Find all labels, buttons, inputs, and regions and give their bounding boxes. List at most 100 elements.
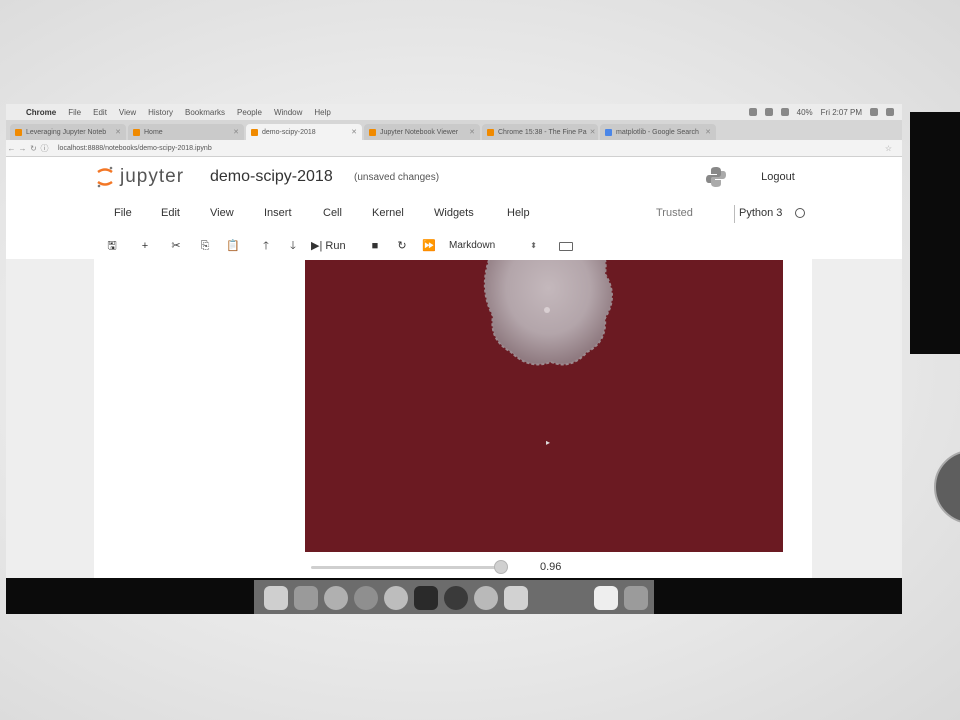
menu-chrome[interactable]: Chrome [20,108,62,117]
menubar-status: 40% Fri 2:07 PM [748,108,902,117]
menu-help[interactable]: Help [507,207,530,219]
kernel-idle-icon [795,208,805,218]
dropbox-icon[interactable] [748,108,757,116]
close-tab-icon[interactable]: ✕ [587,128,596,136]
bookmark-star-icon[interactable]: ☆ [885,144,902,153]
output-visualization[interactable]: ▸ [305,260,783,552]
run-label: Run [325,240,346,252]
add-cell-icon[interactable]: + [136,237,154,255]
fractal-blob [483,260,613,366]
close-tab-icon[interactable]: ✕ [702,128,711,136]
app-store-icon[interactable] [324,586,348,610]
photos-icon[interactable] [384,586,408,610]
reload-icon[interactable]: ↻ [28,144,39,153]
browser-tab[interactable]: Chrome 15:38 - The Fine Pa ✕ [482,124,598,140]
keyboard-icon[interactable] [559,242,573,251]
menu-file[interactable]: File [62,108,87,117]
close-tab-icon[interactable]: ✕ [466,128,475,136]
info-icon[interactable]: ⓘ [39,143,50,154]
menubar-clock[interactable]: Fri 2:07 PM [821,108,862,117]
tab-title: demo-scipy-2018 [262,128,316,136]
volume-icon[interactable] [780,108,789,116]
restart-run-all-icon[interactable]: ⏩ [420,237,438,255]
menu-kernel[interactable]: Kernel [372,207,404,219]
browser-tab-active[interactable]: demo-scipy-2018 ✕ [246,124,362,140]
slack-icon[interactable] [504,586,528,610]
url-field[interactable]: localhost:8888/notebooks/demo-scipy-2018… [58,145,212,152]
browser-tab[interactable]: Leveraging Jupyter Noteb ✕ [10,124,126,140]
logout-button[interactable]: Logout [750,167,806,187]
screen: Chrome File Edit View History Bookmarks … [6,104,902,614]
menu-edit[interactable]: Edit [87,108,113,117]
tab-title: Home [144,128,163,136]
copy-icon[interactable]: ⎘ [196,237,214,255]
run-button[interactable]: ▶| Run [311,237,346,255]
menu-window[interactable]: Window [268,108,308,117]
slider-handle[interactable] [494,560,508,574]
menu-bookmarks[interactable]: Bookmarks [179,108,231,117]
close-tab-icon[interactable]: ✕ [112,128,121,136]
finder-icon[interactable] [264,586,288,610]
notebook-area: ▸ 0.96 [6,259,902,614]
restart-icon[interactable]: ↻ [393,237,411,255]
close-tab-icon[interactable]: ✕ [348,128,357,136]
spotify-icon[interactable] [444,586,468,610]
safari-icon[interactable] [354,586,378,610]
tab-favicon [251,128,258,136]
search-icon[interactable] [870,108,878,116]
notebook-menubar: File Edit View Insert Cell Kernel Widget… [6,203,902,227]
cut-icon[interactable]: ✂ [167,237,185,255]
jupyter-logo[interactable]: jupyter [96,165,202,189]
browser-tab[interactable]: matplotlib - Google Search ✕ [600,124,716,140]
menu-people[interactable]: People [231,108,268,117]
menu-cell[interactable]: Cell [323,207,342,219]
tab-title: Jupyter Notebook Viewer [380,128,459,136]
tab-favicon [133,128,140,136]
menu-widgets[interactable]: Widgets [434,207,474,219]
tab-favicon [15,128,22,136]
tab-favicon [487,128,494,136]
cell-type-select[interactable]: Markdown ⬍ [443,238,543,254]
menu-view[interactable]: View [210,207,234,219]
move-up-icon[interactable]: 🡑 [257,237,275,255]
wifi-icon[interactable] [764,108,773,116]
trusted-indicator[interactable]: Trusted [656,207,693,219]
tab-title: matplotlib - Google Search [616,128,699,136]
menu-edit[interactable]: Edit [161,207,180,219]
browser-tabbar: Leveraging Jupyter Noteb ✕ Home ✕ demo-sci… [6,120,902,140]
side-display [910,112,960,354]
menu-insert[interactable]: Insert [264,207,292,219]
jupyter-header: jupyter demo-scipy-2018 (unsaved changes… [6,157,902,197]
menu-help[interactable]: Help [308,108,336,117]
interrupt-icon[interactable]: ■ [366,237,384,255]
dock-shelf [254,580,654,614]
paste-icon[interactable]: 📋 [224,237,242,255]
jupyter-page: jupyter demo-scipy-2018 (unsaved changes… [6,157,902,614]
mouse-cursor-icon: ▸ [546,438,551,447]
move-down-icon[interactable]: 🡓 [284,237,302,255]
tab-title: Leveraging Jupyter Noteb [26,128,107,136]
browser-tab[interactable]: Jupyter Notebook Viewer ✕ [364,124,480,140]
menu-history[interactable]: History [142,108,179,117]
mac-menubar: Chrome File Edit View History Bookmarks … [6,104,902,120]
menu-view[interactable]: View [113,108,142,117]
save-status: (unsaved changes) [354,172,440,183]
notifications-icon[interactable] [886,108,894,116]
terminal-icon[interactable] [414,586,438,610]
browser-tab[interactable]: Home ✕ [128,124,244,140]
forward-icon[interactable]: → [17,144,28,153]
notebook-name[interactable]: demo-scipy-2018 [210,168,333,186]
kernel-name[interactable]: Python 3 [739,207,782,219]
battery-percent[interactable]: 40% [797,108,813,117]
messages-icon[interactable] [474,586,498,610]
close-tab-icon[interactable]: ✕ [230,128,239,136]
slider-track[interactable] [311,566,506,569]
back-icon[interactable]: ← [6,144,17,153]
save-icon[interactable]: 🖫 [103,237,121,255]
trash-icon[interactable] [624,586,648,610]
launchpad-icon[interactable] [294,586,318,610]
menu-file[interactable]: File [114,207,132,219]
preview-icon[interactable] [594,586,618,610]
jupyter-logo-text: jupyter [120,166,185,187]
select-arrow-icon: ⬍ [530,241,537,250]
